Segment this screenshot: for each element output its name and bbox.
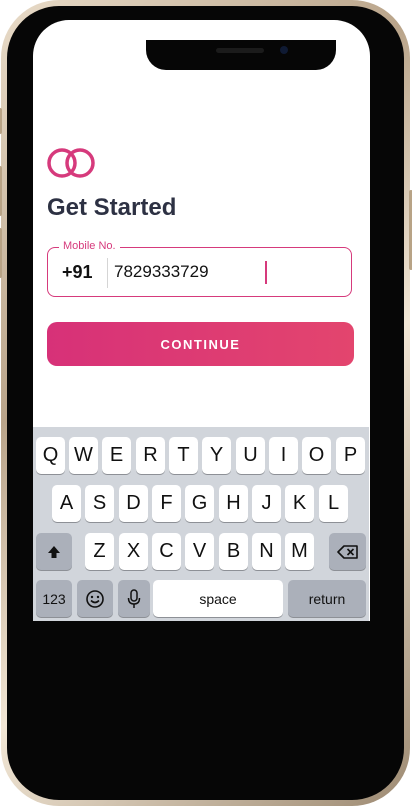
mic-icon (127, 588, 141, 608)
text-caret (265, 261, 267, 284)
key-o[interactable]: O (302, 437, 331, 474)
continue-button[interactable]: CONTINUE (47, 322, 354, 366)
return-key[interactable]: return (288, 580, 366, 617)
volume-down-button (0, 228, 2, 278)
volume-up-button (0, 166, 2, 216)
key-r[interactable]: R (136, 437, 165, 474)
key-d[interactable]: D (119, 485, 148, 522)
key-f[interactable]: F (152, 485, 181, 522)
microphone-key[interactable] (118, 580, 150, 617)
shift-key[interactable] (36, 533, 72, 570)
country-code[interactable]: +91 (62, 262, 93, 283)
key-c[interactable]: C (152, 533, 181, 570)
front-camera (280, 46, 288, 54)
key-b[interactable]: B (219, 533, 248, 570)
emoji-key[interactable] (77, 580, 113, 617)
field-divider (107, 258, 108, 288)
rings-logo-icon (45, 146, 99, 185)
key-g[interactable]: G (185, 485, 214, 522)
key-q[interactable]: Q (36, 437, 65, 474)
key-e[interactable]: E (102, 437, 131, 474)
space-key[interactable]: space (153, 580, 283, 617)
key-a[interactable]: A (52, 485, 81, 522)
backspace-key[interactable] (329, 533, 366, 570)
key-s[interactable]: S (85, 485, 114, 522)
key-x[interactable]: X (119, 533, 148, 570)
key-l[interactable]: L (319, 485, 348, 522)
key-p[interactable]: P (336, 437, 365, 474)
key-k[interactable]: K (285, 485, 314, 522)
key-t[interactable]: T (169, 437, 198, 474)
key-m[interactable]: M (285, 533, 314, 570)
numbers-key[interactable]: 123 (36, 580, 72, 617)
mobile-number-field[interactable]: Mobile No. +91 7829333729 (47, 240, 352, 297)
emoji-icon (86, 589, 104, 608)
mute-switch (0, 108, 2, 134)
key-z[interactable]: Z (85, 533, 114, 570)
key-j[interactable]: J (252, 485, 281, 522)
key-u[interactable]: U (236, 437, 265, 474)
shift-icon (48, 545, 60, 558)
key-h[interactable]: H (219, 485, 248, 522)
key-v[interactable]: V (185, 533, 214, 570)
page-title: Get Started (47, 194, 177, 221)
onscreen-keyboard: Q W E R T Y U I O P A S D F G H J K L Z … (33, 427, 369, 621)
mobile-number-input[interactable]: 7829333729 (114, 262, 209, 282)
key-n[interactable]: N (252, 533, 281, 570)
key-y[interactable]: Y (202, 437, 231, 474)
mobile-field-label: Mobile No. (59, 240, 120, 252)
backspace-icon (336, 544, 358, 559)
key-i[interactable]: I (269, 437, 298, 474)
key-w[interactable]: W (69, 437, 98, 474)
speaker-grille (216, 48, 264, 53)
notch (146, 40, 336, 70)
